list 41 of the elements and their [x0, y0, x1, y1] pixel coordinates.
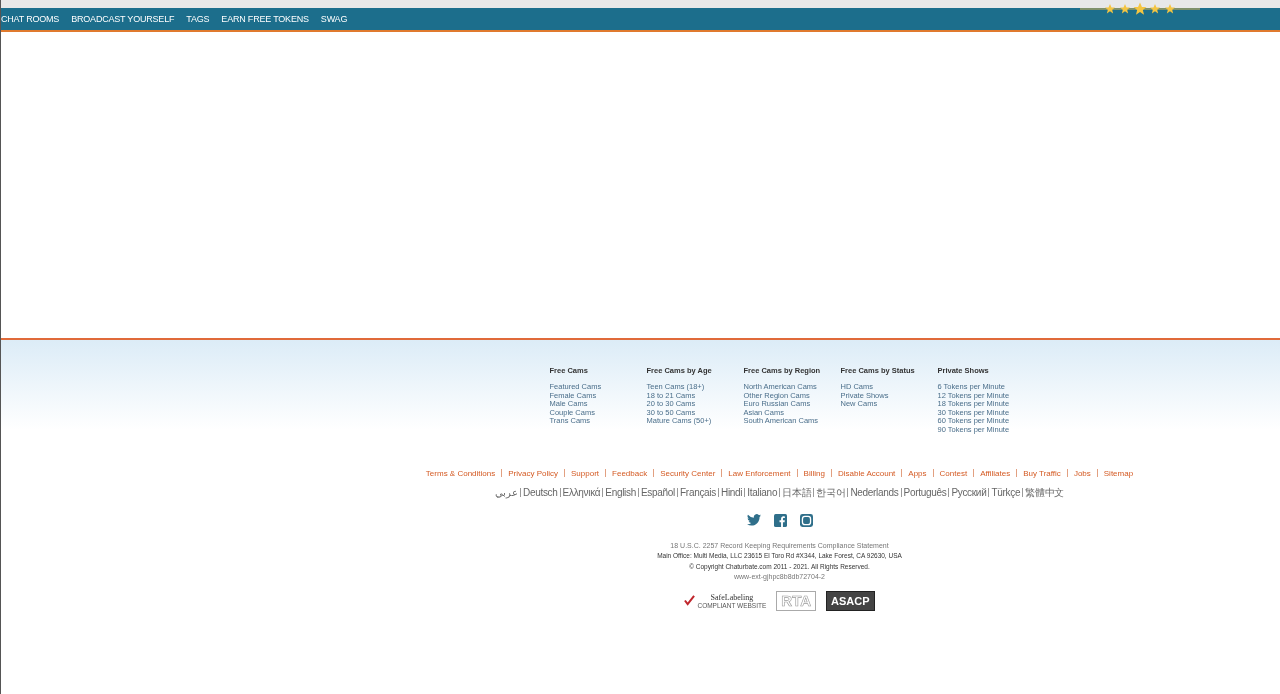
- footer-link[interactable]: Feedback: [612, 468, 648, 478]
- footer-link[interactable]: Sitemap: [1103, 468, 1134, 478]
- language-link[interactable]: Русский: [951, 487, 987, 499]
- nav-link[interactable]: SWAG: [320, 14, 348, 24]
- footer-link[interactable]: Law Enforcement: [728, 468, 791, 478]
- nav-link[interactable]: EARN FREE TOKENS: [221, 14, 309, 24]
- nav-link[interactable]: CHAT ROOMS: [1, 14, 60, 24]
- footer-link[interactable]: Buy Traffic: [1023, 468, 1061, 478]
- language-link[interactable]: English: [605, 487, 636, 499]
- footer-link[interactable]: Support: [571, 468, 600, 478]
- language-link[interactable]: 繁體中文: [1025, 485, 1064, 500]
- footer-link[interactable]: Billing: [803, 468, 825, 478]
- language-link[interactable]: Português: [903, 487, 947, 499]
- language-link[interactable]: Türkçe: [991, 487, 1021, 499]
- footer-link[interactable]: Security Center: [660, 468, 716, 478]
- language-link[interactable]: 日本語: [782, 485, 812, 500]
- language-link[interactable]: Hindi: [721, 487, 743, 499]
- language-link[interactable]: Italiano: [747, 487, 778, 499]
- nav-link[interactable]: BROADCAST YOURSELF: [71, 14, 175, 24]
- language-link[interactable]: عربي: [495, 487, 518, 499]
- rta-badge[interactable]: RTA: [776, 590, 817, 611]
- footer-link[interactable]: Apps: [908, 468, 927, 478]
- footer-link[interactable]: Privacy Policy: [508, 468, 558, 478]
- nav-link[interactable]: TAGS: [186, 14, 210, 24]
- footer-link[interactable]: Jobs: [1073, 468, 1091, 478]
- footer-link[interactable]: Terms & Conditions: [425, 468, 496, 478]
- checkmark-icon: [684, 595, 696, 607]
- asacp-badge[interactable]: ASACP: [826, 590, 875, 611]
- twitter-icon[interactable]: [746, 514, 761, 527]
- footer-link[interactable]: Affiliates: [980, 468, 1011, 478]
- language-link[interactable]: Deutsch: [523, 487, 558, 499]
- language-link[interactable]: Español: [641, 487, 676, 499]
- instagram-icon[interactable]: [799, 513, 813, 527]
- facebook-icon[interactable]: [773, 513, 787, 527]
- footer-link[interactable]: Disable Account: [837, 468, 896, 478]
- language-link[interactable]: 한국어: [816, 485, 846, 500]
- language-link[interactable]: Nederlands: [850, 487, 899, 499]
- language-link[interactable]: Ελληνικά: [562, 487, 601, 499]
- language-link[interactable]: Français: [680, 487, 716, 499]
- footer-link[interactable]: Contest: [939, 468, 968, 478]
- stars-logo-icon: [1080, 2, 1200, 16]
